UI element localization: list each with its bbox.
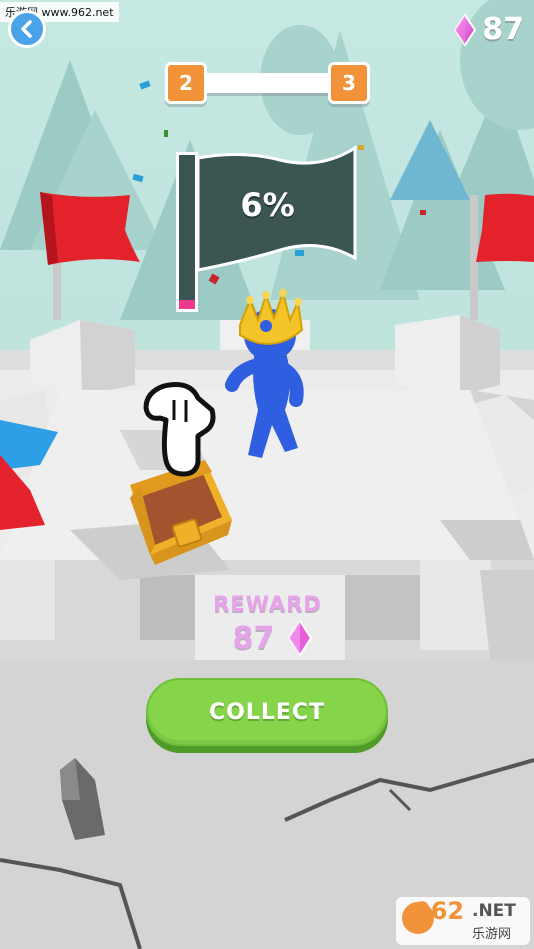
back-button[interactable]	[8, 10, 46, 48]
logo-chinese: 乐游网	[472, 927, 512, 942]
logo-suffix: .NET	[472, 901, 516, 921]
pink-diamond-icon	[454, 13, 477, 46]
collect-button[interactable]: COLLECT	[146, 678, 388, 746]
progress-flag-fill	[179, 300, 195, 309]
chevron-left-icon	[21, 20, 32, 38]
reward-row: 87	[215, 618, 330, 658]
logo-number: 962	[414, 897, 465, 925]
gem-counter: 87	[454, 12, 524, 47]
flag-progress-percent: 6%	[240, 186, 295, 224]
next-level-badge: 3	[328, 62, 370, 104]
level-progress-track	[195, 73, 340, 93]
pink-diamond-icon	[288, 620, 313, 656]
collect-button-label: COLLECT	[208, 699, 326, 725]
game-scene	[0, 0, 534, 949]
reward-label: REWARD	[213, 592, 322, 616]
site-logo: 962 .NET 乐游网	[396, 897, 530, 945]
current-level-badge: 2	[165, 62, 207, 104]
gem-count: 87	[482, 12, 524, 47]
level-progress-bar: 2 3	[165, 62, 370, 106]
reward-amount: 87	[232, 620, 275, 656]
